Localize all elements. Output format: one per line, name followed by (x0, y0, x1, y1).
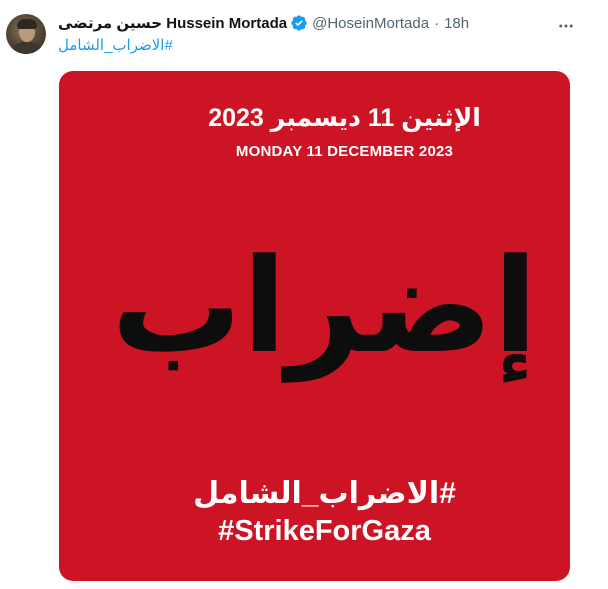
display-name[interactable]: حسين مرتضى Hussein Mortada (58, 14, 287, 32)
verified-badge-icon (290, 14, 308, 32)
tweet-hashtag-link[interactable]: #الاضراب_الشامل (58, 36, 173, 58)
avatar-hair (17, 19, 37, 29)
user-handle[interactable]: @HoseinMortada (312, 15, 429, 32)
separator-dot: · (434, 14, 440, 32)
avatar-body (10, 42, 44, 54)
tweet-header: حسين مرتضى Hussein Mortada @HoseinMortad… (58, 12, 469, 34)
tweet[interactable]: حسين مرتضى Hussein Mortada @HoseinMortad… (0, 0, 608, 589)
image-date-english: MONDAY 11 DECEMBER 2023 (235, 143, 454, 160)
avatar[interactable] (6, 14, 46, 54)
image-headline: إضراب (111, 233, 538, 379)
image-hashtag-arabic: #الاضراب_الشامل (193, 477, 456, 510)
image-hashtag-english: #StrikeForGaza (218, 515, 431, 547)
tweet-image[interactable]: الإثنين 11 ديسمبر 2023 MONDAY 11 DECEMBE… (59, 71, 570, 581)
timestamp[interactable]: 18h (444, 15, 469, 32)
more-options-icon[interactable] (552, 12, 580, 40)
image-date-arabic: الإثنين 11 ديسمبر 2023 (208, 104, 481, 132)
